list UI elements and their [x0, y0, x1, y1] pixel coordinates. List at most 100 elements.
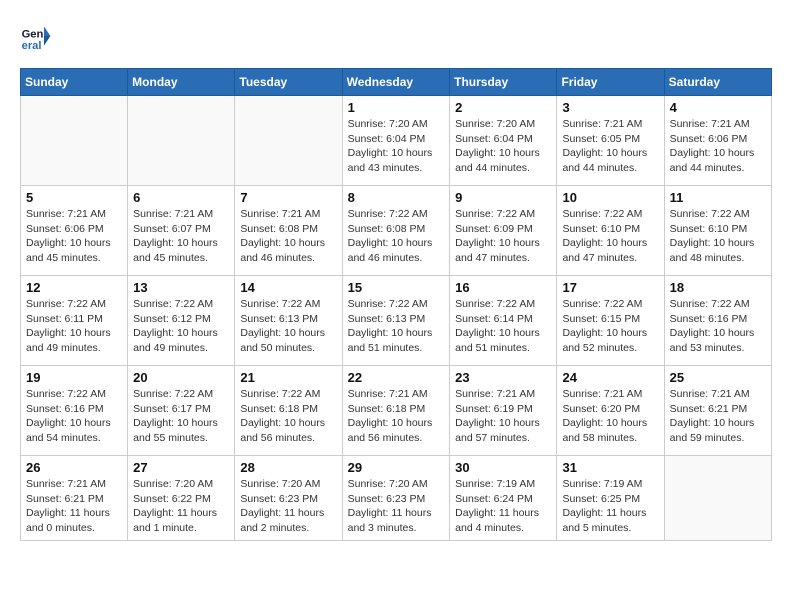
- calendar-day-cell: 6 Sunrise: 7:21 AM Sunset: 6:07 PM Daylig…: [128, 186, 235, 276]
- day-info: Sunrise: 7:22 AM Sunset: 6:11 PM Dayligh…: [26, 297, 122, 356]
- day-number: 8: [348, 190, 445, 205]
- calendar-week-row: 19 Sunrise: 7:22 AM Sunset: 6:16 PM Dayli…: [21, 366, 772, 456]
- day-info: Sunrise: 7:20 AM Sunset: 6:23 PM Dayligh…: [240, 477, 336, 536]
- day-number: 21: [240, 370, 336, 385]
- day-info: Sunrise: 7:22 AM Sunset: 6:18 PM Dayligh…: [240, 387, 336, 446]
- day-info: Sunrise: 7:21 AM Sunset: 6:05 PM Dayligh…: [562, 117, 658, 176]
- day-info: Sunrise: 7:21 AM Sunset: 6:21 PM Dayligh…: [26, 477, 122, 536]
- day-info: Sunrise: 7:22 AM Sunset: 6:15 PM Dayligh…: [562, 297, 658, 356]
- calendar-day-cell: 21 Sunrise: 7:22 AM Sunset: 6:18 PM Dayli…: [235, 366, 342, 456]
- day-info: Sunrise: 7:19 AM Sunset: 6:25 PM Dayligh…: [562, 477, 658, 536]
- day-info: Sunrise: 7:20 AM Sunset: 6:04 PM Dayligh…: [348, 117, 445, 176]
- day-info: Sunrise: 7:20 AM Sunset: 6:23 PM Dayligh…: [348, 477, 445, 536]
- day-number: 15: [348, 280, 445, 295]
- logo: Gen eral: [20, 20, 56, 52]
- calendar-day-cell: 24 Sunrise: 7:21 AM Sunset: 6:20 PM Dayli…: [557, 366, 664, 456]
- calendar-day-cell: 22 Sunrise: 7:21 AM Sunset: 6:18 PM Dayli…: [342, 366, 450, 456]
- day-info: Sunrise: 7:20 AM Sunset: 6:04 PM Dayligh…: [455, 117, 551, 176]
- day-info: Sunrise: 7:22 AM Sunset: 6:10 PM Dayligh…: [562, 207, 658, 266]
- day-number: 22: [348, 370, 445, 385]
- day-info: Sunrise: 7:19 AM Sunset: 6:24 PM Dayligh…: [455, 477, 551, 536]
- day-number: 24: [562, 370, 658, 385]
- day-info: Sunrise: 7:22 AM Sunset: 6:16 PM Dayligh…: [670, 297, 766, 356]
- day-info: Sunrise: 7:21 AM Sunset: 6:19 PM Dayligh…: [455, 387, 551, 446]
- day-info: Sunrise: 7:22 AM Sunset: 6:09 PM Dayligh…: [455, 207, 551, 266]
- day-info: Sunrise: 7:22 AM Sunset: 6:17 PM Dayligh…: [133, 387, 229, 446]
- day-info: Sunrise: 7:20 AM Sunset: 6:22 PM Dayligh…: [133, 477, 229, 536]
- day-number: 27: [133, 460, 229, 475]
- day-number: 10: [562, 190, 658, 205]
- day-number: 14: [240, 280, 336, 295]
- calendar-day-cell: 1Sunrise: 7:20 AM Sunset: 6:04 PM Daylig…: [342, 96, 450, 186]
- day-number: 20: [133, 370, 229, 385]
- weekday-header: Saturday: [664, 69, 771, 96]
- weekday-header: Wednesday: [342, 69, 450, 96]
- day-info: Sunrise: 7:22 AM Sunset: 6:13 PM Dayligh…: [240, 297, 336, 356]
- calendar-day-cell: 8 Sunrise: 7:22 AM Sunset: 6:08 PM Daylig…: [342, 186, 450, 276]
- day-number: 3: [562, 100, 658, 115]
- calendar-day-cell: 23 Sunrise: 7:21 AM Sunset: 6:19 PM Dayli…: [450, 366, 557, 456]
- calendar-week-row: 1Sunrise: 7:20 AM Sunset: 6:04 PM Daylig…: [21, 96, 772, 186]
- page-header: Gen eral: [20, 20, 772, 52]
- day-number: 30: [455, 460, 551, 475]
- svg-text:Gen: Gen: [22, 29, 44, 41]
- day-info: Sunrise: 7:22 AM Sunset: 6:14 PM Dayligh…: [455, 297, 551, 356]
- calendar-day-cell: 19 Sunrise: 7:22 AM Sunset: 6:16 PM Dayli…: [21, 366, 128, 456]
- calendar-week-row: 12 Sunrise: 7:22 AM Sunset: 6:11 PM Dayli…: [21, 276, 772, 366]
- day-info: Sunrise: 7:21 AM Sunset: 6:21 PM Dayligh…: [670, 387, 766, 446]
- calendar-day-cell: [21, 96, 128, 186]
- day-number: 31: [562, 460, 658, 475]
- calendar-day-cell: 12 Sunrise: 7:22 AM Sunset: 6:11 PM Dayli…: [21, 276, 128, 366]
- calendar-day-cell: [128, 96, 235, 186]
- calendar-day-cell: 14 Sunrise: 7:22 AM Sunset: 6:13 PM Dayli…: [235, 276, 342, 366]
- day-info: Sunrise: 7:21 AM Sunset: 6:06 PM Dayligh…: [26, 207, 122, 266]
- calendar-day-cell: 26 Sunrise: 7:21 AM Sunset: 6:21 PM Dayli…: [21, 456, 128, 541]
- day-info: Sunrise: 7:21 AM Sunset: 6:18 PM Dayligh…: [348, 387, 445, 446]
- calendar-day-cell: 20 Sunrise: 7:22 AM Sunset: 6:17 PM Dayli…: [128, 366, 235, 456]
- calendar-day-cell: 31 Sunrise: 7:19 AM Sunset: 6:25 PM Dayli…: [557, 456, 664, 541]
- day-number: 4: [670, 100, 766, 115]
- day-number: 6: [133, 190, 229, 205]
- day-number: 7: [240, 190, 336, 205]
- calendar-day-cell: 16Sunrise: 7:22 AM Sunset: 6:14 PM Dayli…: [450, 276, 557, 366]
- day-info: Sunrise: 7:21 AM Sunset: 6:07 PM Dayligh…: [133, 207, 229, 266]
- weekday-header: Tuesday: [235, 69, 342, 96]
- calendar-day-cell: 30 Sunrise: 7:19 AM Sunset: 6:24 PM Dayli…: [450, 456, 557, 541]
- day-number: 12: [26, 280, 122, 295]
- day-number: 5: [26, 190, 122, 205]
- calendar-day-cell: 28Sunrise: 7:20 AM Sunset: 6:23 PM Dayli…: [235, 456, 342, 541]
- day-number: 13: [133, 280, 229, 295]
- calendar-header-row: SundayMondayTuesdayWednesdayThursdayFrid…: [21, 69, 772, 96]
- day-info: Sunrise: 7:22 AM Sunset: 6:08 PM Dayligh…: [348, 207, 445, 266]
- calendar-day-cell: 17 Sunrise: 7:22 AM Sunset: 6:15 PM Dayli…: [557, 276, 664, 366]
- logo-icon: Gen eral: [20, 20, 52, 52]
- day-number: 17: [562, 280, 658, 295]
- day-number: 19: [26, 370, 122, 385]
- calendar-day-cell: 3 Sunrise: 7:21 AM Sunset: 6:05 PM Daylig…: [557, 96, 664, 186]
- calendar-day-cell: 13Sunrise: 7:22 AM Sunset: 6:12 PM Dayli…: [128, 276, 235, 366]
- calendar-week-row: 5 Sunrise: 7:21 AM Sunset: 6:06 PM Daylig…: [21, 186, 772, 276]
- day-number: 23: [455, 370, 551, 385]
- calendar-day-cell: 27 Sunrise: 7:20 AM Sunset: 6:22 PM Dayli…: [128, 456, 235, 541]
- calendar-day-cell: 11 Sunrise: 7:22 AM Sunset: 6:10 PM Dayli…: [664, 186, 771, 276]
- calendar-day-cell: 2 Sunrise: 7:20 AM Sunset: 6:04 PM Daylig…: [450, 96, 557, 186]
- day-number: 2: [455, 100, 551, 115]
- calendar-day-cell: 25Sunrise: 7:21 AM Sunset: 6:21 PM Dayli…: [664, 366, 771, 456]
- weekday-header: Thursday: [450, 69, 557, 96]
- calendar-day-cell: 10 Sunrise: 7:22 AM Sunset: 6:10 PM Dayli…: [557, 186, 664, 276]
- day-info: Sunrise: 7:22 AM Sunset: 6:10 PM Dayligh…: [670, 207, 766, 266]
- day-number: 26: [26, 460, 122, 475]
- calendar-day-cell: 9Sunrise: 7:22 AM Sunset: 6:09 PM Daylig…: [450, 186, 557, 276]
- svg-text:eral: eral: [22, 40, 42, 52]
- weekday-header: Sunday: [21, 69, 128, 96]
- calendar-day-cell: 5 Sunrise: 7:21 AM Sunset: 6:06 PM Daylig…: [21, 186, 128, 276]
- calendar-day-cell: 4Sunrise: 7:21 AM Sunset: 6:06 PM Daylig…: [664, 96, 771, 186]
- day-info: Sunrise: 7:21 AM Sunset: 6:20 PM Dayligh…: [562, 387, 658, 446]
- calendar-day-cell: [664, 456, 771, 541]
- day-info: Sunrise: 7:22 AM Sunset: 6:16 PM Dayligh…: [26, 387, 122, 446]
- day-info: Sunrise: 7:21 AM Sunset: 6:08 PM Dayligh…: [240, 207, 336, 266]
- calendar-day-cell: 18Sunrise: 7:22 AM Sunset: 6:16 PM Dayli…: [664, 276, 771, 366]
- calendar-day-cell: 15Sunrise: 7:22 AM Sunset: 6:13 PM Dayli…: [342, 276, 450, 366]
- day-number: 11: [670, 190, 766, 205]
- calendar-table: SundayMondayTuesdayWednesdayThursdayFrid…: [20, 68, 772, 541]
